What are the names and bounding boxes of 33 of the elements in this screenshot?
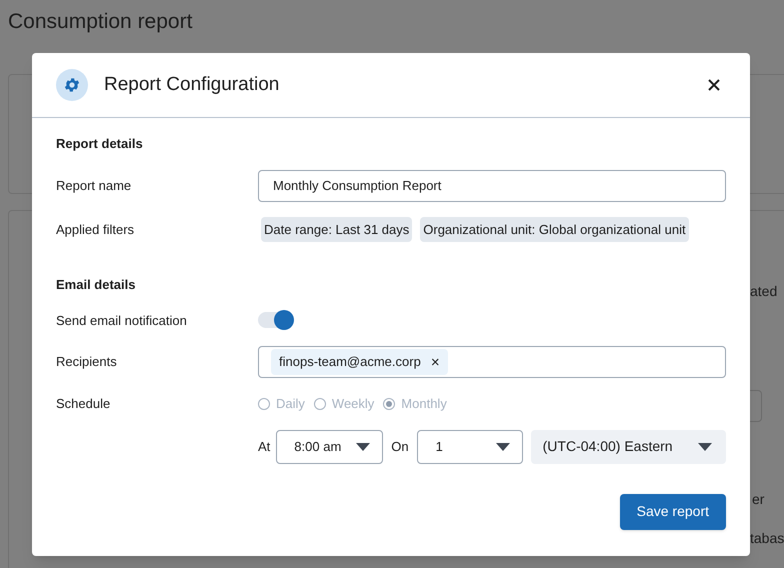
section-heading: Report details bbox=[56, 135, 144, 153]
field-label: Recipients bbox=[56, 353, 118, 372]
background-text: tabas bbox=[750, 529, 784, 548]
save-report-button[interactable]: Save report bbox=[620, 494, 726, 530]
toggle-switch[interactable] bbox=[258, 312, 292, 328]
remove-button[interactable]: × bbox=[430, 354, 440, 370]
day-select[interactable]: 1 bbox=[416, 430, 523, 464]
field-label: Send email notification bbox=[56, 312, 188, 330]
recipient-email: finops-team@acme.corp bbox=[279, 353, 421, 372]
background-text: ated bbox=[750, 282, 778, 301]
caret-icon bbox=[356, 442, 370, 450]
filter-tag: Date range: Last 31 days bbox=[261, 216, 412, 242]
field-label: On bbox=[391, 438, 409, 456]
section-heading: Email details bbox=[56, 276, 136, 294]
caret-icon bbox=[698, 442, 712, 450]
recipients-field[interactable]: finops-team@acme.corp × bbox=[258, 346, 726, 378]
gear-icon bbox=[56, 69, 88, 101]
field-label: Schedule bbox=[56, 395, 112, 413]
time-select[interactable]: 8:00 am bbox=[276, 430, 384, 464]
filter-tag: Organizational unit: Global organizational unit bbox=[420, 216, 689, 242]
field-label: Report name bbox=[56, 176, 132, 195]
dialog-title: Report Configuration bbox=[104, 72, 280, 97]
report-name-field[interactable]: Monthly Consumption Report bbox=[258, 170, 726, 202]
background-text: er bbox=[752, 490, 764, 509]
field-label: At bbox=[258, 438, 270, 456]
caret-icon bbox=[496, 442, 510, 450]
radio-label: Monthly bbox=[401, 395, 447, 413]
radio-label: Weekly bbox=[332, 395, 374, 413]
close-icon bbox=[708, 79, 720, 91]
page-title: Consumption report bbox=[8, 9, 194, 35]
field-label: Applied filters bbox=[56, 220, 136, 239]
timezone-select[interactable]: (UTC-04:00) Eastern bbox=[530, 430, 726, 464]
radio-label: Daily bbox=[276, 395, 305, 413]
